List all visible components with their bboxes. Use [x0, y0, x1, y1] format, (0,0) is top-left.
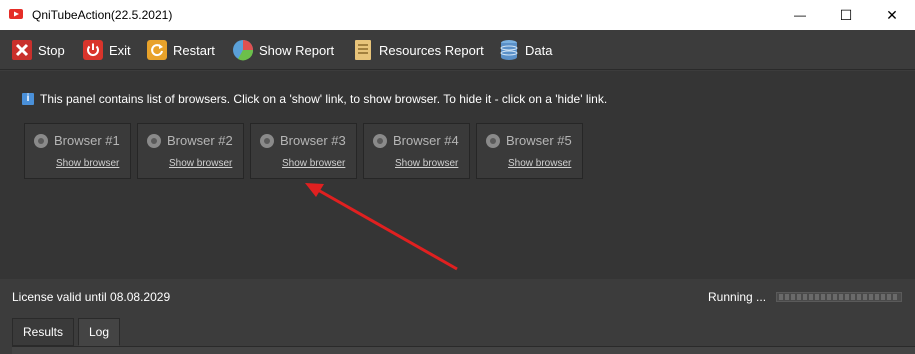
minimize-button[interactable]: — — [777, 0, 823, 30]
tab-log[interactable]: Log — [78, 318, 121, 346]
show-report-button[interactable]: Show Report — [232, 37, 334, 63]
progress-segment — [839, 294, 843, 300]
progress-segment — [845, 294, 849, 300]
progress-segment — [791, 294, 795, 300]
stop-icon — [12, 40, 32, 60]
progress-segment — [893, 294, 897, 300]
data-button[interactable]: Data — [498, 37, 552, 63]
document-icon — [355, 40, 371, 60]
tab-label: Log — [89, 325, 110, 339]
tab-content-area — [12, 346, 915, 354]
progress-segment — [881, 294, 885, 300]
window-title: QniTubeAction(22.5.2021) — [32, 8, 173, 22]
restart-label: Restart — [173, 42, 215, 58]
progress-segment — [863, 294, 867, 300]
progress-segment — [809, 294, 813, 300]
stop-label: Stop — [38, 42, 65, 58]
restart-button[interactable]: Restart — [146, 37, 215, 63]
progress-segment — [869, 294, 873, 300]
license-text: License valid until 08.08.2029 — [12, 290, 171, 304]
resources-report-label: Resources Report — [379, 42, 484, 58]
power-icon — [83, 40, 103, 60]
progress-segment — [803, 294, 807, 300]
progress-segment — [851, 294, 855, 300]
resources-report-button[interactable]: Resources Report — [352, 37, 484, 63]
title-bar: QniTubeAction(22.5.2021) — ☐ ✕ — [0, 0, 915, 30]
progress-segment — [797, 294, 801, 300]
bottom-tabs: Results Log — [0, 312, 915, 354]
progress-segment — [887, 294, 891, 300]
tab-label: Results — [23, 325, 64, 339]
show-report-label: Show Report — [259, 42, 335, 58]
exit-label: Exit — [109, 42, 131, 58]
progress-segment — [785, 294, 789, 300]
running-status: Running ... — [708, 290, 767, 304]
app-icon — [9, 9, 23, 19]
maximize-button[interactable]: ☐ — [823, 0, 869, 30]
status-bar: License valid until 08.08.2029 Running .… — [0, 282, 915, 312]
progress-segment — [815, 294, 819, 300]
progress-segment — [833, 294, 837, 300]
browsers-panel: i This panel contains list of browsers. … — [0, 71, 915, 291]
annotation-arrow — [305, 183, 458, 271]
progress-segment — [821, 294, 825, 300]
progress-segment — [857, 294, 861, 300]
progress-segment — [875, 294, 879, 300]
close-icon: ✕ — [886, 6, 898, 23]
database-icon — [500, 40, 518, 60]
stop-button[interactable]: Stop — [11, 37, 65, 63]
data-label: Data — [525, 42, 553, 58]
progress-segment — [827, 294, 831, 300]
progress-segment — [779, 294, 783, 300]
progress-bar — [776, 292, 902, 302]
maximize-icon: ☐ — [839, 6, 853, 23]
minimize-icon: — — [794, 8, 806, 22]
toolbar: Stop Exit Restart Show Report Resources … — [0, 30, 915, 70]
close-button[interactable]: ✕ — [869, 0, 915, 30]
pie-chart-icon — [233, 40, 254, 61]
exit-button[interactable]: Exit — [82, 37, 131, 63]
restart-icon — [147, 40, 167, 60]
tab-results[interactable]: Results — [12, 318, 75, 346]
